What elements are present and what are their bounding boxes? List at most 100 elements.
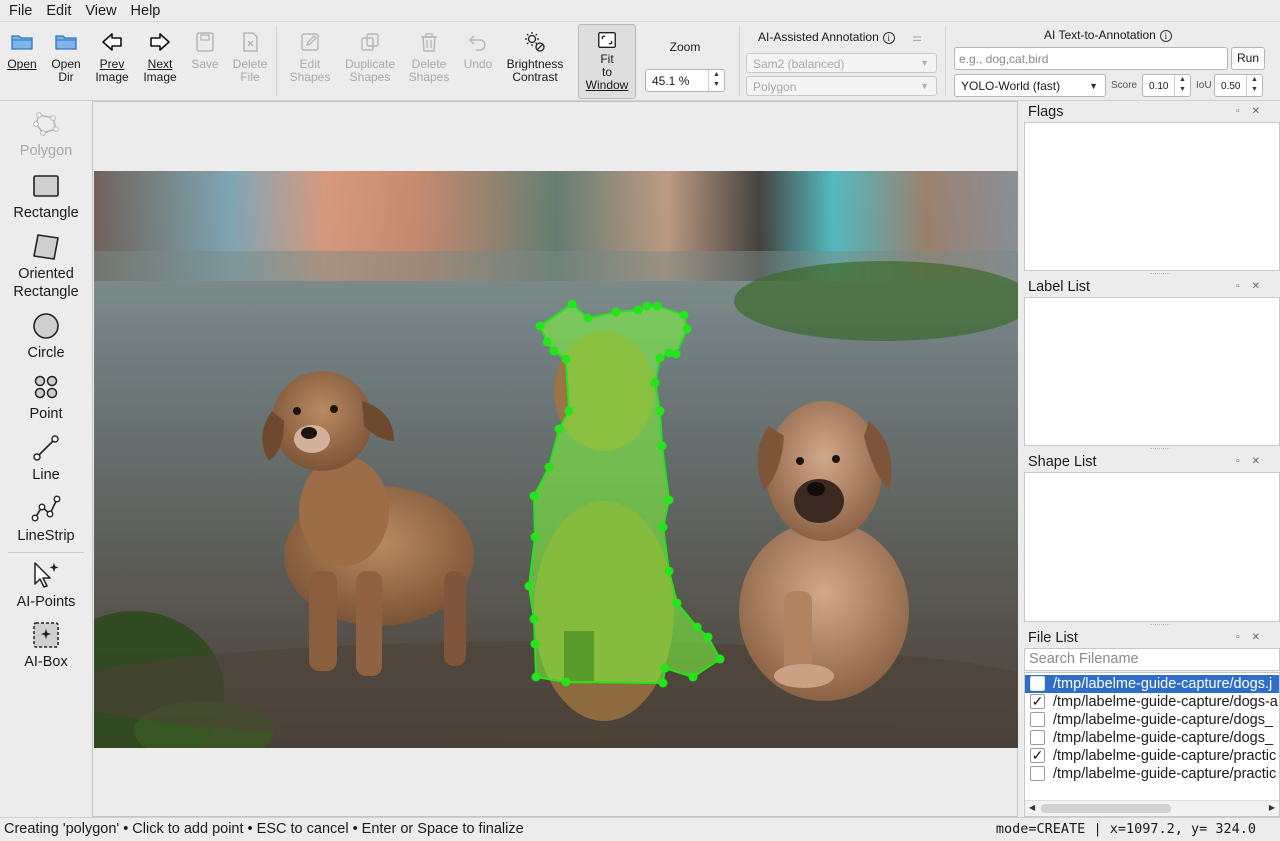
polygon-vertex[interactable] (564, 406, 574, 416)
polygon-vertex[interactable] (658, 522, 668, 532)
score-stepper-arrows[interactable]: ▲ ▼ (1174, 75, 1190, 96)
polygon-vertex[interactable] (549, 346, 559, 356)
polygon-vertex[interactable] (650, 378, 660, 388)
point-tool-button[interactable]: Point (4, 372, 88, 423)
splitter-handle[interactable] (1150, 448, 1170, 450)
file-list-item[interactable]: /tmp/labelme-guide-capture/practic (1025, 765, 1279, 783)
score-spinbox[interactable]: 0.10 ▲ ▼ (1142, 74, 1191, 97)
polygon-vertex[interactable] (529, 491, 539, 501)
menu-file[interactable]: File (0, 3, 37, 19)
polygon-vertex[interactable] (672, 598, 682, 608)
polygon-vertex[interactable] (655, 406, 665, 416)
circle-tool-button[interactable]: Circle (4, 311, 88, 362)
polygon-vertex[interactable] (583, 313, 593, 323)
dock-float-close-icons[interactable]: ▫✕ (1236, 106, 1272, 117)
polygon-vertex[interactable] (660, 663, 670, 673)
line-tool-button[interactable]: Line (4, 433, 88, 484)
polygon-vertex[interactable] (561, 677, 571, 687)
delete-file-button[interactable]: Delete File (230, 30, 270, 84)
polygon-vertex[interactable] (692, 622, 702, 632)
horizontal-scrollbar[interactable]: ◀ ▶ (1025, 800, 1279, 816)
polygon-vertex[interactable] (715, 654, 725, 664)
ai-points-tool-button[interactable]: AI-Points (4, 560, 88, 611)
polygon-vertex[interactable] (679, 310, 689, 320)
polygon-vertex[interactable] (652, 301, 662, 311)
dogs-photo[interactable] (94, 171, 1018, 748)
polygon-vertex[interactable] (642, 301, 652, 311)
oriented-rectangle-tool-button[interactable]: Oriented Rectangle (4, 232, 88, 301)
polygon-vertex[interactable] (542, 337, 552, 347)
ai-model-select[interactable]: Sam2 (balanced) ▼ (746, 53, 937, 73)
polygon-vertex[interactable] (671, 349, 681, 359)
info-icon[interactable]: i (882, 32, 895, 44)
polygon-vertex[interactable] (530, 639, 540, 649)
iou-spinbox[interactable]: 0.50 ▲ ▼ (1214, 74, 1263, 97)
file-checkbox[interactable] (1030, 766, 1045, 781)
scroll-right-icon[interactable]: ▶ (1269, 803, 1275, 812)
polygon-vertex[interactable] (664, 566, 674, 576)
file-list-item[interactable]: ✓ /tmp/labelme-guide-capture/dogs-a (1025, 693, 1279, 711)
file-checkbox[interactable]: ✓ (1030, 748, 1045, 763)
rectangle-tool-button[interactable]: Rectangle (4, 171, 88, 222)
file-checkbox[interactable]: ✓ (1030, 694, 1045, 709)
file-list-item[interactable]: /tmp/labelme-guide-capture/dogs_ (1025, 729, 1279, 747)
polygon-vertex[interactable] (657, 441, 667, 451)
info-icon[interactable]: i (1159, 30, 1172, 42)
fit-to-window-button[interactable]: Fit to Window (578, 24, 636, 99)
ai-text-model-select[interactable]: YOLO-World (fast) ▼ (954, 74, 1106, 97)
polygon-tool-button[interactable]: Polygon (4, 109, 88, 160)
polygon-vertex[interactable] (633, 305, 643, 315)
file-list-item[interactable]: ✓ /tmp/labelme-guide-capture/practic (1025, 747, 1279, 765)
run-button[interactable]: Run (1231, 47, 1265, 70)
file-list-item[interactable]: /tmp/labelme-guide-capture/dogs.j (1025, 675, 1279, 693)
polygon-vertex[interactable] (688, 672, 698, 682)
splitter-handle[interactable] (1150, 624, 1170, 626)
undo-button[interactable]: Undo (460, 30, 496, 71)
dock-float-close-icons[interactable]: ▫✕ (1236, 281, 1272, 292)
polygon-vertex[interactable] (655, 353, 665, 363)
file-checkbox[interactable] (1030, 712, 1045, 727)
iou-stepper-arrows[interactable]: ▲ ▼ (1246, 75, 1262, 96)
ai-text-prompt-input[interactable]: e.g., dog,cat,bird (954, 47, 1228, 70)
polygon-vertex[interactable] (561, 354, 571, 364)
file-checkbox[interactable] (1030, 676, 1045, 691)
brightness-contrast-button[interactable]: Brightness Contrast (502, 30, 568, 84)
zoom-spinbox[interactable]: 45.1 % ▲ ▼ (645, 69, 725, 92)
polygon-vertex[interactable] (682, 324, 692, 334)
save-button[interactable]: Save (186, 30, 224, 71)
polygon-vertex[interactable] (664, 495, 674, 505)
edit-shapes-button[interactable]: Edit Shapes (286, 30, 334, 84)
open-button[interactable]: Open (4, 30, 40, 71)
polygon-vertex[interactable] (658, 678, 668, 688)
file-list[interactable]: /tmp/labelme-guide-capture/dogs.j ✓ /tmp/l… (1024, 672, 1280, 817)
polygon-vertex[interactable] (703, 632, 713, 642)
image-canvas[interactable] (92, 101, 1018, 817)
file-list-item[interactable]: /tmp/labelme-guide-capture/dogs_ (1025, 711, 1279, 729)
polygon-vertex[interactable] (529, 614, 539, 624)
polygon-vertex[interactable] (531, 672, 541, 682)
dock-float-close-icons[interactable]: ▫✕ (1236, 456, 1272, 467)
open-dir-button[interactable]: Open Dir (46, 30, 86, 84)
polygon-vertex[interactable] (554, 424, 564, 434)
menu-view[interactable]: View (76, 3, 121, 19)
polygon-vertex[interactable] (567, 299, 577, 309)
menu-help[interactable]: Help (122, 3, 166, 19)
dock-float-close-icons[interactable]: ▫✕ (1236, 632, 1272, 643)
sliders-icon[interactable]: ⚌ (912, 32, 922, 44)
ai-output-select[interactable]: Polygon ▼ (746, 76, 937, 96)
polygon-vertex[interactable] (611, 307, 621, 317)
prev-image-button[interactable]: Prev Image (92, 30, 132, 84)
polygon-vertex[interactable] (524, 581, 534, 591)
ai-box-tool-button[interactable]: AI-Box (4, 620, 88, 671)
file-search-input[interactable]: Search Filename (1024, 648, 1280, 671)
scroll-left-icon[interactable]: ◀ (1029, 803, 1035, 812)
shape-list[interactable] (1024, 472, 1280, 622)
flags-list[interactable] (1024, 122, 1280, 271)
menu-edit[interactable]: Edit (37, 3, 76, 19)
delete-shapes-button[interactable]: Delete Shapes (404, 30, 454, 84)
zoom-stepper-arrows[interactable]: ▲ ▼ (708, 70, 724, 91)
duplicate-shapes-button[interactable]: Duplicate Shapes (340, 30, 400, 84)
splitter-handle[interactable] (1150, 273, 1170, 275)
label-list[interactable] (1024, 297, 1280, 446)
polygon-vertex[interactable] (544, 462, 554, 472)
